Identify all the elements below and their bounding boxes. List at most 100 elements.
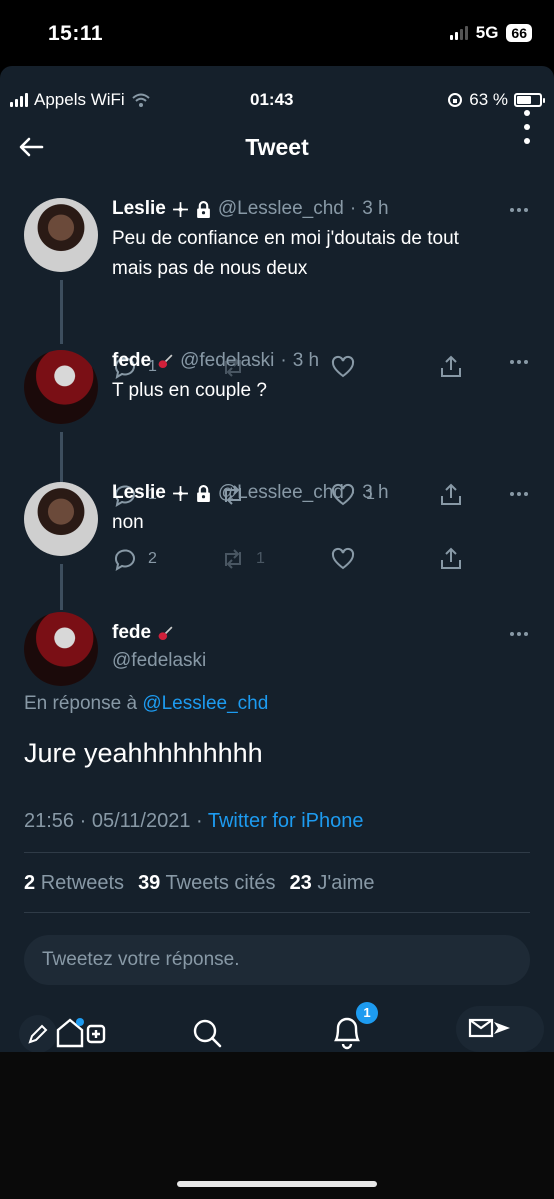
likes-count: 23 <box>289 872 312 894</box>
outer-status-bar: 15:11 5G 66 <box>0 0 554 66</box>
tweet-text-line: non <box>112 512 144 533</box>
tweet-source-link[interactable]: Twitter for iPhone <box>208 810 364 832</box>
author-name[interactable]: fede <box>112 622 151 644</box>
author-handle[interactable]: @Lesslee_chd <box>218 198 344 220</box>
tweet-more-icon[interactable] <box>510 360 528 364</box>
reply-action[interactable]: 2 <box>112 546 157 572</box>
thread-line <box>60 432 63 484</box>
home-indicator[interactable] <box>177 1181 377 1187</box>
twitter-screenshot: Appels WiFi 01:43 63 % Tweet Leslie @Les… <box>0 66 554 1052</box>
rotation-lock-icon <box>448 93 463 107</box>
tweet-text: Peu de confiance en moi j'doutais de tou… <box>112 224 532 284</box>
search-icon[interactable] <box>190 1016 224 1050</box>
compose-pencil-icon[interactable] <box>18 1014 58 1052</box>
network-label: 5G <box>475 23 499 42</box>
page-title: Tweet <box>245 134 309 160</box>
author-handle[interactable]: @Lesslee_chd <box>218 482 344 504</box>
outer-status-icons: 5G 66 <box>449 23 532 43</box>
thread-line <box>60 564 63 610</box>
avatar[interactable] <box>24 482 98 556</box>
lock-icon <box>197 484 210 502</box>
more-options-icon[interactable] <box>522 110 532 144</box>
tweet-header: Tweet <box>0 110 554 178</box>
bottom-tab-bar: 1 <box>0 1002 554 1052</box>
retweets-label: Retweets <box>40 872 125 894</box>
tweet-more-icon[interactable] <box>510 492 528 496</box>
tweet-text-line: T plus en couple ? <box>112 380 267 401</box>
inner-battery-label: 63 % <box>469 90 508 109</box>
avatar[interactable] <box>24 612 98 686</box>
guitar-icon <box>158 354 173 368</box>
share-action[interactable] <box>438 482 464 508</box>
share-icon <box>441 483 461 505</box>
notification-badge: 1 <box>356 1002 378 1024</box>
tweet-header-row: fede @fedelaski · 3 h <box>112 350 319 372</box>
tweet-time: 3 h <box>362 198 389 219</box>
sparkle-icon <box>172 201 188 217</box>
reply-icon <box>114 549 135 572</box>
like-action[interactable] <box>330 546 366 572</box>
tweet-header-row: Leslie @Lesslee_chd · 3 h <box>112 482 389 504</box>
tweet-text: T plus en couple ? <box>112 376 532 406</box>
likes-label: J'aime <box>317 872 375 894</box>
main-tweet-text: Jure yeahhhhhhhhh <box>24 738 263 768</box>
signal-icon <box>449 26 468 40</box>
reply-count: 2 <box>148 550 157 567</box>
share-icon <box>441 547 461 569</box>
reply-context: En réponse à @Lesslee_chd <box>24 693 268 715</box>
lock-icon <box>197 200 210 218</box>
messages-icon[interactable] <box>454 1004 546 1052</box>
divider <box>24 912 530 913</box>
retweet-action[interactable]: 1 <box>220 546 265 572</box>
quotes-stat[interactable]: 39 Tweets cités <box>138 872 276 895</box>
heart-icon <box>331 547 355 570</box>
tweet-header-row: Leslie @Lesslee_chd · 3 h <box>112 198 389 220</box>
share-action[interactable] <box>438 546 464 572</box>
author-name[interactable]: Leslie <box>112 482 166 504</box>
tweet-more-icon[interactable] <box>510 632 528 636</box>
quotes-label: Tweets cités <box>165 872 276 894</box>
battery-icon <box>514 93 545 107</box>
author-handle[interactable]: @fedelaski <box>180 350 274 372</box>
tweet-time: 3 h <box>362 482 389 503</box>
reply-prefix: En réponse à <box>24 693 138 714</box>
guitar-icon <box>158 626 173 640</box>
tweet-text-line: Peu de confiance en moi j'doutais de tou… <box>112 228 459 249</box>
sparkle-icon <box>172 485 188 501</box>
inner-signal-icon <box>10 93 28 107</box>
home-icon[interactable] <box>54 1012 112 1048</box>
retweet-icon <box>225 549 241 569</box>
dot-separator: · <box>349 482 357 503</box>
tweet-more-icon[interactable] <box>510 208 528 212</box>
inner-status-left: Appels WiFi <box>10 90 151 110</box>
carrier-label: Appels WiFi <box>34 90 125 109</box>
retweet-count: 1 <box>256 550 265 567</box>
tweet-stats: 2 Retweets 39 Tweets cités 23 J'aime <box>24 872 375 895</box>
author-name[interactable]: Leslie <box>112 198 166 220</box>
tweet-actions: 2 1 <box>112 546 472 576</box>
dot-separator: · <box>280 350 287 371</box>
author-name[interactable]: fede <box>112 350 151 372</box>
avatar[interactable] <box>24 350 98 424</box>
reply-input[interactable] <box>24 935 530 985</box>
battery-badge: 66 <box>506 24 532 42</box>
likes-stat[interactable]: 23 J'aime <box>290 872 375 895</box>
reply-handle-link[interactable]: @Lesslee_chd <box>142 693 268 714</box>
author-handle[interactable]: @fedelaski <box>112 650 206 672</box>
tweet-text-line: mais pas de nous deux <box>112 258 308 279</box>
outer-clock: 15:11 <box>48 22 104 45</box>
reply-composer[interactable] <box>24 935 530 985</box>
bottom-blank-area <box>0 1052 554 1199</box>
inner-status-bar: Appels WiFi 01:43 63 % <box>0 84 554 114</box>
tweet-meta: 21:56 · 05/11/2021 · Twitter for iPhone <box>24 810 363 833</box>
quotes-count: 39 <box>138 872 161 894</box>
wifi-icon <box>132 93 150 107</box>
tweet-text: non <box>112 508 532 538</box>
inner-clock: 01:43 <box>250 90 294 109</box>
dot-separator: · <box>349 198 357 219</box>
avatar[interactable] <box>24 198 98 272</box>
retweets-stat[interactable]: 2 Retweets <box>24 872 124 895</box>
divider <box>24 852 530 853</box>
retweets-count: 2 <box>24 872 36 894</box>
inner-status-right: 63 % <box>447 90 545 110</box>
